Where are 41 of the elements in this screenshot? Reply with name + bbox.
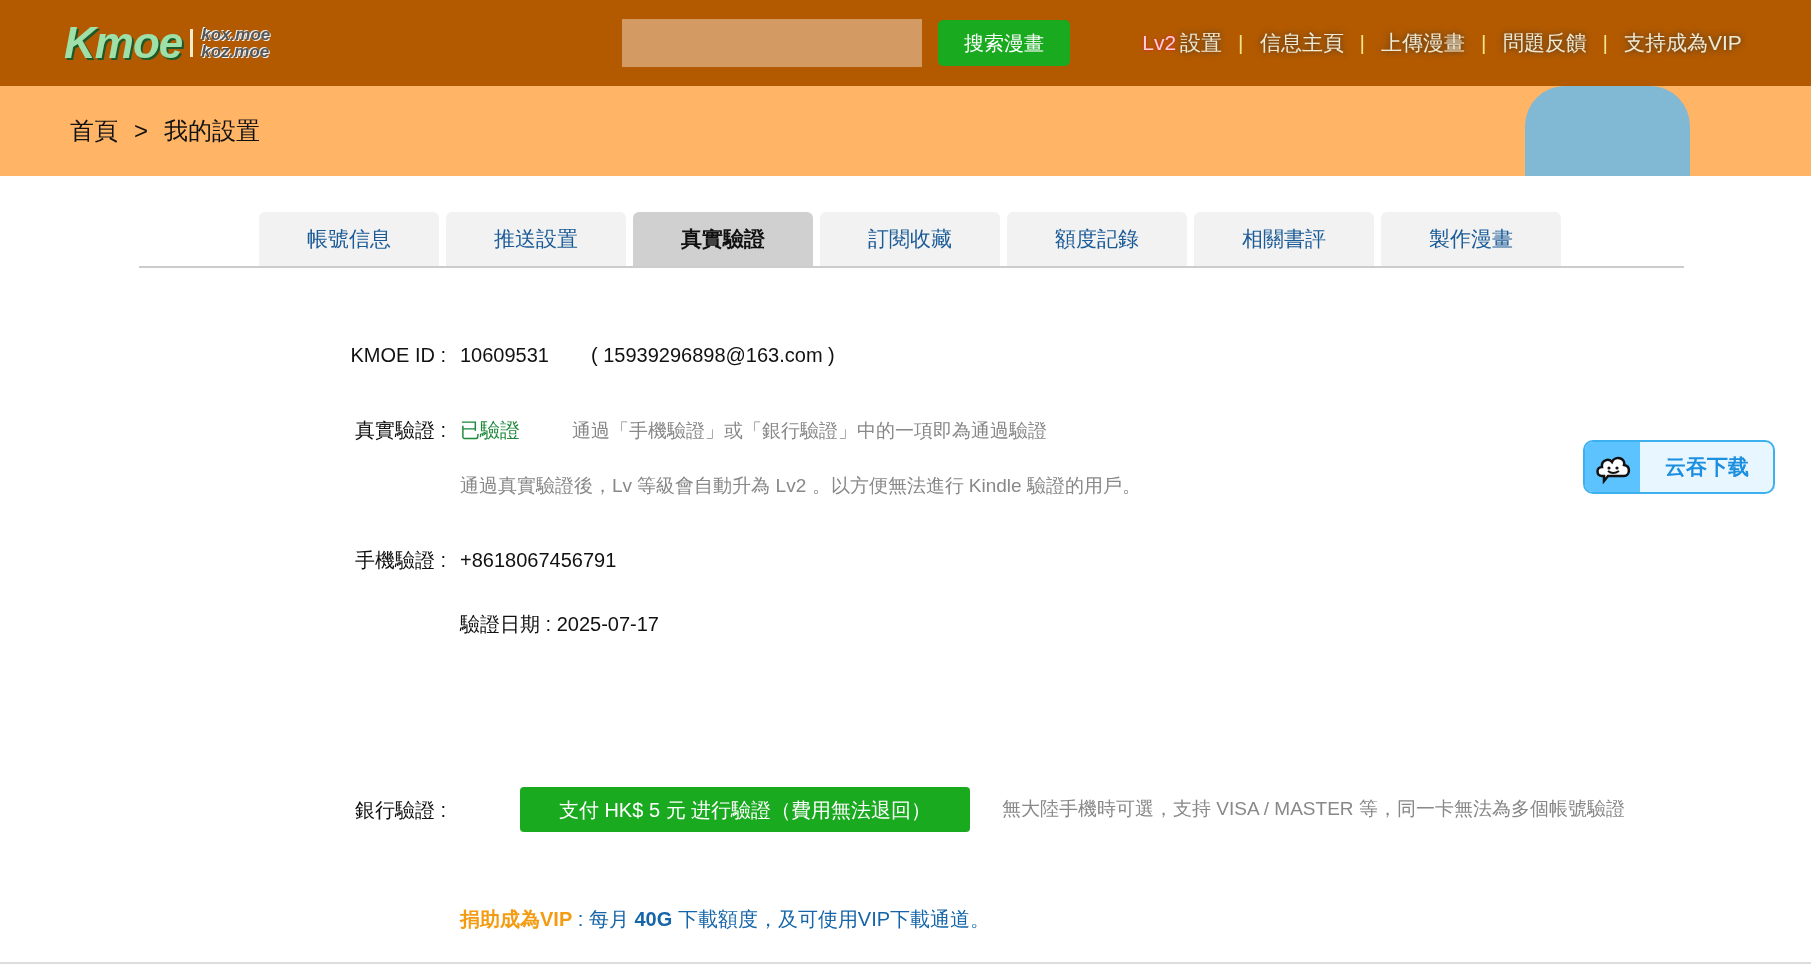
field-label: 真實驗證 :	[353, 418, 447, 443]
nav-link[interactable]: 上傳漫畫	[1381, 27, 1466, 59]
account-id: 10609531	[460, 343, 549, 368]
nav-separator: |	[1481, 30, 1487, 57]
nav-link[interactable]: 設置	[1180, 27, 1223, 59]
verification-note: 通過真實驗證後，Lv 等級會自動升為 Lv2 。以方便無法進行 Kindle 驗證的用戶。	[460, 473, 1141, 498]
nav-link[interactable]: 問題反饋	[1502, 27, 1587, 59]
tab[interactable]: 製作漫畫	[1381, 212, 1561, 266]
level-label: Lv2	[1142, 30, 1177, 57]
field-label: 銀行驗證 :	[353, 797, 447, 823]
logo-divider	[190, 29, 194, 57]
download-button[interactable]: 云吞下载	[1583, 440, 1775, 494]
verification-status: 已驗證	[460, 418, 520, 443]
tab[interactable]: 推送設置	[446, 212, 626, 266]
tab[interactable]: 相關書評	[1194, 212, 1374, 266]
field-label: KMOE ID :	[349, 343, 447, 368]
domain-text: kox.moe	[201, 26, 271, 43]
breadcrumb-link[interactable]: 首頁	[70, 113, 118, 149]
domain-text: koz.moe	[201, 43, 271, 60]
verification-hint: 通過「手機驗證」或「銀行驗證」中的一項即為通過驗證	[572, 419, 1047, 443]
site-logo[interactable]: Kmoe	[64, 10, 183, 76]
field-label: 手機驗證 :	[353, 548, 447, 573]
tab[interactable]: 真實驗證	[633, 212, 813, 266]
tab[interactable]: 額度記錄	[1007, 212, 1187, 266]
nav-separator: |	[1238, 30, 1244, 57]
nav-separator: |	[1359, 30, 1366, 57]
pay-button[interactable]: 支付 HK$ 5 元 进行驗證（費用無法退回）	[520, 787, 970, 832]
bank-hint: 無大陸手機時可選，支持 VISA / MASTER 等，同一卡無法為多個帳號驗證	[1002, 797, 1625, 822]
search-field[interactable]	[622, 19, 923, 67]
nav-link[interactable]: 支持成為VIP	[1623, 27, 1742, 59]
account-email: ( 15939296898@163.com )	[591, 343, 835, 368]
vip-promo-text: 捐助成為VIP : 每月 40G 下載額度，及可使用VIP下載通道。	[460, 907, 991, 932]
nav-link[interactable]: 信息主頁	[1259, 27, 1344, 59]
breadcrumb-separator: >	[134, 116, 148, 146]
search-button[interactable]: 搜索漫畫	[938, 20, 1071, 66]
tab[interactable]: 帳號信息	[259, 212, 439, 266]
phone-number: +8618067456791	[460, 548, 617, 573]
breadcrumb-current: 我的設置	[164, 116, 260, 146]
nav-separator: |	[1602, 30, 1608, 57]
tab[interactable]: 訂閱收藏	[820, 212, 1000, 266]
verification-date: 驗證日期 : 2025-07-17	[460, 612, 659, 637]
